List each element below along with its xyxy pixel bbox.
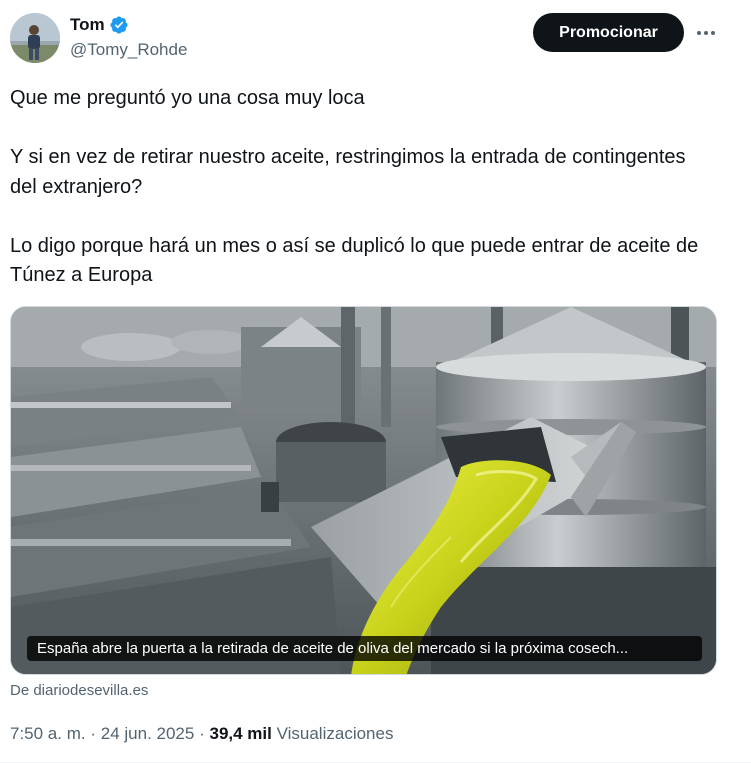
link-card-image <box>11 307 716 674</box>
more-dot <box>711 31 715 35</box>
user-handle[interactable]: @Tomy_Rohde <box>70 40 187 60</box>
avatar[interactable] <box>10 13 60 63</box>
link-card-title[interactable]: España abre la puerta a la retirada de a… <box>27 636 702 661</box>
tweet-text: Que me preguntó yo una cosa muy loca Y s… <box>10 84 710 291</box>
tweet-time[interactable]: 7:50 a. m. <box>10 724 86 743</box>
verified-badge-icon[interactable] <box>109 15 129 35</box>
promote-button[interactable]: Promocionar <box>533 13 684 52</box>
more-horizontal-icon[interactable] <box>692 20 720 46</box>
tweet-header: Tom @Tomy_Rohde Promocionar <box>10 12 741 64</box>
more-dot <box>697 31 701 35</box>
tweet-date[interactable]: 24 jun. 2025 <box>101 724 195 743</box>
avatar-image <box>10 13 60 63</box>
views-label: Visualizaciones <box>276 724 394 743</box>
meta-separator: · <box>199 724 205 743</box>
more-dot <box>704 31 708 35</box>
tweet-paragraph: Lo digo porque hará un mes o así se dupl… <box>10 234 699 287</box>
views-count: 39,4 mil <box>209 724 272 743</box>
tweet-metadata: 7:50 a. m. · 24 jun. 2025 · 39,4 mil Vis… <box>10 724 393 744</box>
link-source[interactable]: De diariodesevilla.es <box>10 682 148 699</box>
meta-separator: · <box>90 724 97 743</box>
tweet-paragraph: Que me preguntó yo una cosa muy loca <box>10 87 365 109</box>
name-row: Tom <box>70 14 129 36</box>
tweet-paragraph: Y si en vez de retirar nuestro aceite, r… <box>10 146 686 198</box>
display-name[interactable]: Tom <box>70 15 105 35</box>
link-card[interactable]: España abre la puerta a la retirada de a… <box>10 306 717 675</box>
